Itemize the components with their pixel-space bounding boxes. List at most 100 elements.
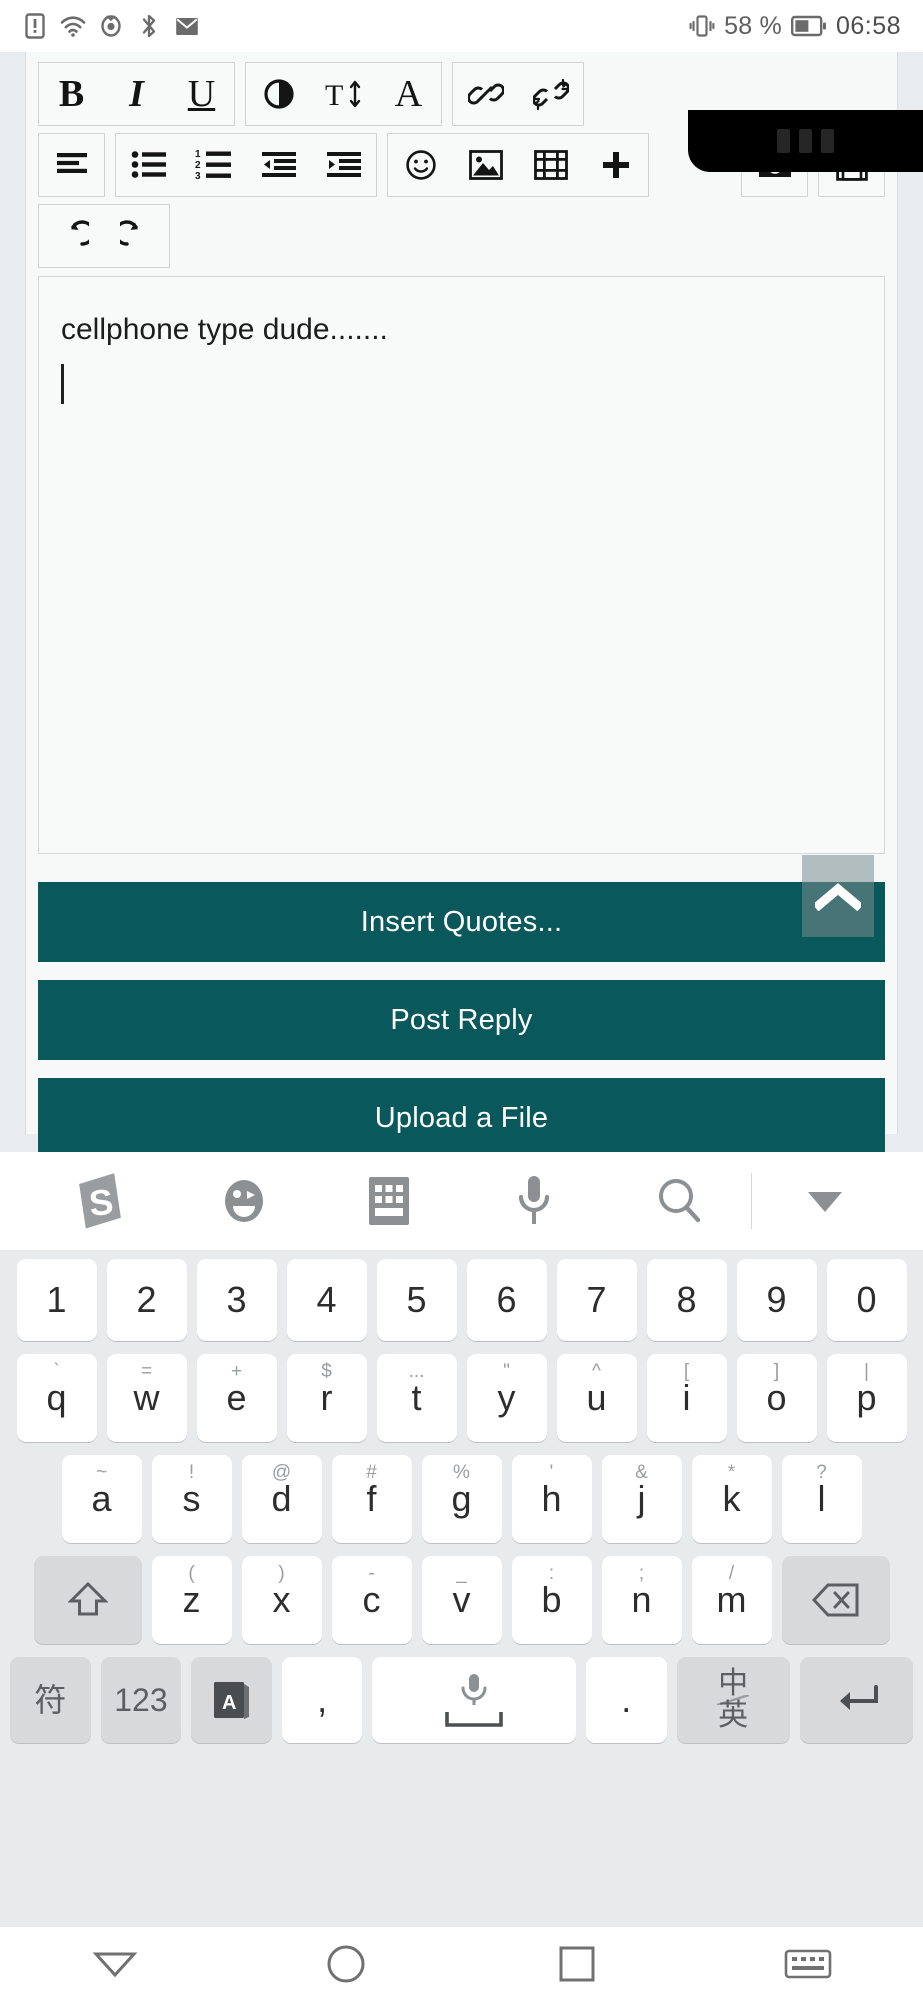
key-l[interactable]: ? l bbox=[781, 1455, 862, 1543]
shift-key[interactable] bbox=[33, 1556, 142, 1644]
key-z[interactable]: (z bbox=[151, 1556, 232, 1644]
key-4[interactable]: 4 bbox=[286, 1259, 367, 1341]
key-v[interactable]: _ v bbox=[421, 1556, 502, 1644]
recents-button[interactable] bbox=[462, 1945, 693, 1983]
key-5[interactable]: 5 bbox=[376, 1259, 457, 1341]
key-b[interactable]: :b bbox=[511, 1556, 592, 1644]
key-i[interactable]: [i bbox=[646, 1354, 727, 1442]
status-bar-right-icons: 58 % 06:58 bbox=[689, 12, 901, 41]
back-button[interactable] bbox=[0, 1949, 231, 1979]
numbered-list-icon[interactable]: 123 bbox=[181, 134, 246, 196]
insert-video-icon[interactable] bbox=[518, 134, 583, 196]
scroll-to-top-button[interactable] bbox=[802, 855, 874, 937]
key-c[interactable]: -c bbox=[331, 1556, 412, 1644]
insert-link-icon[interactable] bbox=[453, 63, 518, 125]
keyboard-toggle-button[interactable] bbox=[692, 1947, 923, 1981]
key-a[interactable]: ~ a bbox=[61, 1455, 142, 1543]
key-t[interactable]: ... t bbox=[376, 1354, 457, 1442]
undo-icon[interactable] bbox=[39, 205, 104, 267]
key-r[interactable]: $ r bbox=[286, 1354, 367, 1442]
home-button[interactable] bbox=[231, 1943, 462, 1985]
key-sublabel: @ bbox=[271, 1462, 292, 1483]
key-f[interactable]: # f bbox=[331, 1455, 412, 1543]
numbers-key[interactable]: 123 bbox=[100, 1657, 182, 1743]
key-3[interactable]: 3 bbox=[196, 1259, 277, 1341]
comma-key[interactable]: , bbox=[281, 1657, 363, 1743]
key-j[interactable]: & j bbox=[601, 1455, 682, 1543]
key-1[interactable]: 1 bbox=[16, 1259, 97, 1341]
mail-icon bbox=[174, 13, 200, 39]
key-2[interactable]: 2 bbox=[106, 1259, 187, 1341]
redo-icon[interactable] bbox=[104, 205, 169, 267]
abc-mode-key[interactable]: A bbox=[191, 1657, 272, 1743]
align-left-icon[interactable] bbox=[39, 134, 104, 196]
key-0[interactable]: 0 bbox=[826, 1259, 907, 1341]
text-color-icon[interactable]: A bbox=[376, 63, 441, 125]
key-label: w bbox=[133, 1377, 160, 1418]
key-sublabel: ` bbox=[53, 1361, 60, 1382]
keyboard-layout-icon[interactable] bbox=[316, 1152, 461, 1250]
key-g[interactable]: % g bbox=[421, 1455, 502, 1543]
phone-screen: 58 % 06:58 B I U T A 1 2 3 cellphone typ… bbox=[0, 0, 923, 2000]
key-8[interactable]: 8 bbox=[646, 1259, 727, 1341]
key-q[interactable]: ` q bbox=[16, 1354, 97, 1442]
key-sublabel: ] bbox=[773, 1361, 780, 1382]
key-m[interactable]: / m bbox=[691, 1556, 772, 1644]
font-size-icon[interactable]: T bbox=[311, 63, 376, 125]
key-h[interactable]: ' h bbox=[511, 1455, 592, 1543]
backspace-key[interactable] bbox=[781, 1556, 890, 1644]
overlay-block-2 bbox=[799, 129, 812, 153]
emoji-face-icon[interactable] bbox=[171, 1152, 316, 1250]
language-bottom-label: 英 bbox=[718, 1699, 749, 1732]
space-key[interactable] bbox=[372, 1657, 576, 1743]
key-y[interactable]: " y bbox=[466, 1354, 547, 1442]
outdent-icon[interactable] bbox=[246, 134, 311, 196]
key-9[interactable]: 9 bbox=[736, 1259, 817, 1341]
key-e[interactable]: + e bbox=[196, 1354, 277, 1442]
keyboard-row-bottom: 符 123 A , . 中 英 bbox=[5, 1657, 918, 1743]
microphone-icon[interactable] bbox=[461, 1152, 606, 1250]
insert-quotes-button[interactable]: Insert Quotes... bbox=[38, 882, 885, 962]
enter-key[interactable] bbox=[799, 1657, 913, 1743]
language-toggle-key[interactable]: 中 英 bbox=[676, 1657, 790, 1743]
upload-file-button[interactable]: Upload a File bbox=[38, 1078, 885, 1158]
post-reply-button[interactable]: Post Reply bbox=[38, 980, 885, 1060]
emoji-icon[interactable] bbox=[388, 134, 453, 196]
key-sublabel: + bbox=[230, 1361, 243, 1382]
sogou-logo-icon[interactable]: S bbox=[26, 1152, 171, 1250]
text-caret bbox=[61, 363, 64, 404]
key-s[interactable]: ! s bbox=[151, 1455, 232, 1543]
key-k[interactable]: * k bbox=[691, 1455, 772, 1543]
key-o[interactable]: ] o bbox=[736, 1354, 817, 1442]
search-icon[interactable] bbox=[606, 1152, 751, 1250]
symbol-key[interactable]: 符 bbox=[10, 1657, 91, 1743]
key-sublabel: ... bbox=[408, 1361, 425, 1382]
key-6[interactable]: 6 bbox=[466, 1259, 547, 1341]
bulleted-list-icon[interactable] bbox=[116, 134, 181, 196]
key-x[interactable]: ) x bbox=[241, 1556, 322, 1644]
compose-text-value: cellphone type dude....... bbox=[61, 313, 388, 346]
key-sublabel: [ bbox=[683, 1361, 690, 1382]
indent-icon[interactable] bbox=[311, 134, 376, 196]
unlink-icon[interactable] bbox=[518, 63, 583, 125]
key-w[interactable]: = w bbox=[106, 1354, 187, 1442]
key-7[interactable]: 7 bbox=[556, 1259, 637, 1341]
key-p[interactable]: | p bbox=[826, 1354, 907, 1442]
italic-icon[interactable]: I bbox=[104, 63, 169, 125]
key-d[interactable]: @ d bbox=[241, 1455, 322, 1543]
space-bar-icon bbox=[445, 1711, 503, 1727]
key-sublabel: ? bbox=[816, 1462, 827, 1483]
key-u[interactable]: ^ u bbox=[556, 1354, 637, 1442]
align-group bbox=[38, 133, 105, 197]
text-contrast-icon[interactable] bbox=[246, 63, 311, 125]
key-sublabel: ! bbox=[188, 1462, 195, 1483]
insert-image-icon[interactable] bbox=[453, 134, 518, 196]
period-key[interactable]: . bbox=[585, 1657, 667, 1743]
overlay-block-1 bbox=[777, 129, 790, 153]
collapse-keyboard-icon[interactable] bbox=[752, 1152, 897, 1250]
more-plus-icon[interactable] bbox=[583, 134, 648, 196]
compose-textarea[interactable]: cellphone type dude....... bbox=[38, 276, 885, 854]
bold-icon[interactable]: B bbox=[39, 63, 104, 125]
underline-icon[interactable]: U bbox=[169, 63, 234, 125]
key-n[interactable]: ; n bbox=[601, 1556, 682, 1644]
